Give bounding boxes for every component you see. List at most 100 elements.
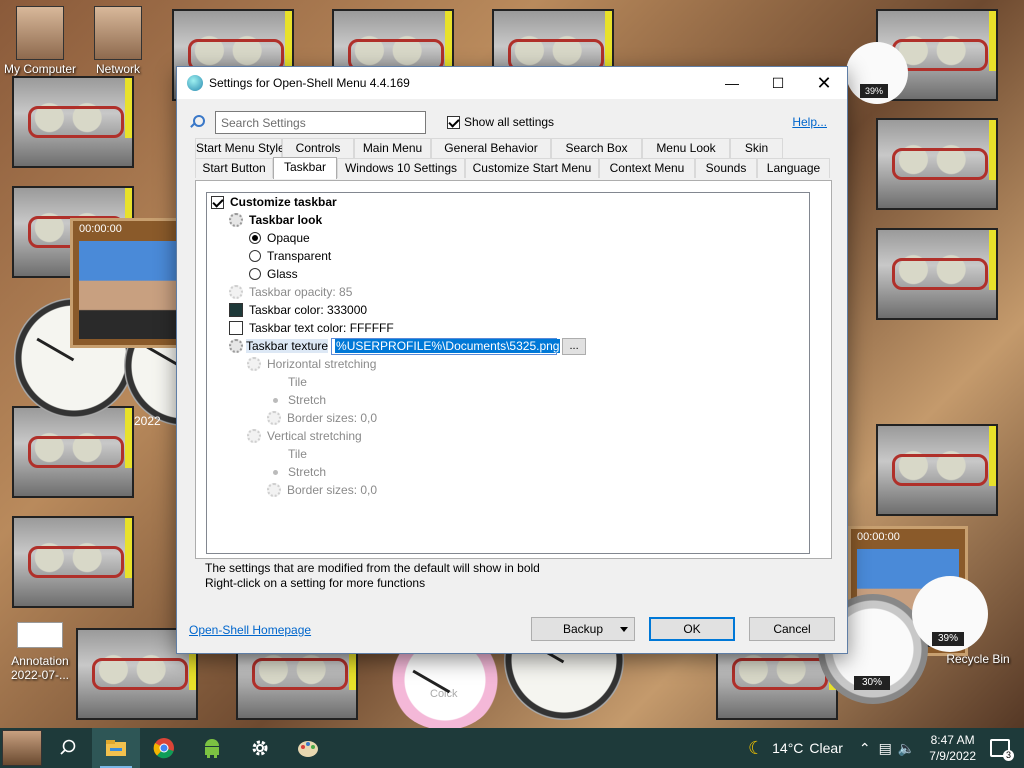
gear-icon xyxy=(247,357,261,371)
tab-context-menu[interactable]: Context Menu xyxy=(599,158,695,178)
close-button[interactable]: ✕ xyxy=(801,67,847,99)
maximize-button[interactable]: ☐ xyxy=(755,67,801,99)
setting-glass[interactable]: Glass xyxy=(249,265,298,283)
wallpaper-tile xyxy=(12,406,134,498)
checkbox-box[interactable] xyxy=(211,195,224,209)
taskbar-android[interactable] xyxy=(188,728,236,768)
tab-row-2: Start Button Taskbar Windows 10 Settings… xyxy=(195,157,832,179)
desktop-icon-recycle-bin[interactable]: Recycle Bin xyxy=(938,652,1018,666)
hint-right-click: Right-click on a setting for more functi… xyxy=(205,576,426,590)
radio-dot xyxy=(273,397,278,403)
show-all-settings-label: Show all settings xyxy=(464,115,555,129)
tab-search-box[interactable]: Search Box xyxy=(551,138,642,158)
color-swatch xyxy=(229,303,243,317)
setting-label: Stretch xyxy=(288,465,327,479)
network-icon[interactable]: ▤ xyxy=(879,740,892,757)
setting-vertical-stretching[interactable]: Vertical stretching xyxy=(247,427,362,445)
search-icon xyxy=(189,115,205,129)
browse-button[interactable]: ... xyxy=(562,337,587,355)
setting-label: Taskbar opacity: 85 xyxy=(249,285,353,299)
tab-general-behavior[interactable]: General Behavior xyxy=(431,138,551,158)
cancel-button[interactable]: Cancel xyxy=(749,617,835,641)
setting-h-stretch[interactable]: Stretch xyxy=(269,391,326,409)
setting-label: Taskbar texture xyxy=(246,339,329,353)
setting-h-border-sizes[interactable]: Border sizes: 0,0 xyxy=(267,409,377,427)
setting-taskbar-text-color[interactable]: Taskbar text color: FFFFFF xyxy=(229,319,394,337)
clock-label: Colck xyxy=(430,688,458,700)
backup-button-label: Backup xyxy=(562,622,604,636)
search-settings-input[interactable] xyxy=(215,111,426,134)
setting-v-stretch[interactable]: Stretch xyxy=(269,463,326,481)
start-button[interactable] xyxy=(2,730,42,766)
tab-main-menu[interactable]: Main Menu xyxy=(354,138,431,158)
desktop-icon-network[interactable]: Network xyxy=(78,6,158,76)
search-row: Show all settings Help... xyxy=(187,111,837,135)
backup-button[interactable]: Backup xyxy=(531,617,635,641)
tab-taskbar[interactable]: Taskbar xyxy=(273,157,337,179)
weather-description[interactable]: Clear xyxy=(809,740,842,756)
taskbar-search-button[interactable] xyxy=(44,728,92,768)
wallpaper-tile xyxy=(12,516,134,608)
ok-button[interactable]: OK xyxy=(649,617,735,641)
tab-sounds[interactable]: Sounds xyxy=(695,158,757,178)
title-bar[interactable]: Settings for Open-Shell Menu 4.4.169 — ☐… xyxy=(177,67,847,99)
tab-start-button[interactable]: Start Button xyxy=(195,158,273,178)
checkbox-box[interactable] xyxy=(447,115,460,129)
wallpaper-tile xyxy=(876,424,998,516)
settings-dialog: Settings for Open-Shell Menu 4.4.169 — ☐… xyxy=(176,66,848,654)
wallpaper-tile xyxy=(876,228,998,320)
taskbar-file-explorer[interactable] xyxy=(92,728,140,768)
setting-customize-taskbar[interactable]: Customize taskbar xyxy=(211,193,337,211)
setting-horizontal-stretching[interactable]: Horizontal stretching xyxy=(247,355,376,373)
minimize-button[interactable]: — xyxy=(709,67,755,99)
taskbar-paint[interactable] xyxy=(284,728,332,768)
setting-transparent[interactable]: Transparent xyxy=(249,247,331,265)
tab-controls[interactable]: Controls xyxy=(282,138,354,158)
clock-time: 8:47 AM xyxy=(930,733,975,747)
taskbar-settings[interactable] xyxy=(236,728,284,768)
tab-panel: Customize taskbar Taskbar look Opaque Tr… xyxy=(195,180,832,559)
setting-label: Taskbar look xyxy=(249,213,323,227)
chevron-up-icon[interactable]: ⌃ xyxy=(859,740,871,757)
taskbar-chrome[interactable] xyxy=(140,728,188,768)
setting-taskbar-opacity[interactable]: Taskbar opacity: 85 xyxy=(229,283,352,301)
gear-icon xyxy=(267,483,281,497)
tab-language[interactable]: Language xyxy=(757,158,830,178)
setting-taskbar-texture[interactable]: Taskbar texture %USERPROFILE%\Documents\… xyxy=(229,337,587,355)
tab-start-menu-style[interactable]: Start Menu Style xyxy=(195,138,285,158)
tab-skin[interactable]: Skin xyxy=(730,138,783,158)
radio-button[interactable] xyxy=(249,250,261,262)
memory-gauge-widget: 39% xyxy=(912,576,988,652)
setting-opaque[interactable]: Opaque xyxy=(249,229,310,247)
notification-center-icon[interactable]: 3 xyxy=(990,739,1014,761)
taskbar-clock[interactable]: 8:47 AM 7/9/2022 xyxy=(929,732,976,764)
setting-v-tile[interactable]: Tile xyxy=(269,445,307,463)
file-explorer-icon xyxy=(106,740,126,756)
setting-h-tile[interactable]: Tile xyxy=(269,373,307,391)
show-all-settings-checkbox[interactable]: Show all settings xyxy=(447,115,554,129)
setting-taskbar-color[interactable]: Taskbar color: 333000 xyxy=(229,301,367,319)
open-shell-homepage-link[interactable]: Open-Shell Homepage xyxy=(189,623,311,637)
setting-label: Stretch xyxy=(288,393,327,407)
desktop-icon-my-computer[interactable]: My Computer xyxy=(0,6,80,76)
desktop-icon-annotation[interactable]: Annotation 2022-07-... xyxy=(0,622,80,682)
tab-customize-start-menu[interactable]: Customize Start Menu xyxy=(465,158,599,178)
radio-button[interactable] xyxy=(249,268,261,280)
setting-v-border-sizes[interactable]: Border sizes: 0,0 xyxy=(267,481,377,499)
setting-taskbar-look[interactable]: Taskbar look xyxy=(229,211,322,229)
image-file-icon xyxy=(17,622,63,648)
setting-label: Tile xyxy=(288,375,307,389)
open-shell-shell-icon xyxy=(187,75,203,91)
hint-bold-settings: The settings that are modified from the … xyxy=(205,561,540,575)
weather-temperature[interactable]: 14°C xyxy=(772,740,803,756)
texture-path-input[interactable]: %USERPROFILE%\Documents\5325.png xyxy=(331,337,561,355)
radio-button[interactable] xyxy=(249,232,261,244)
cpu-gauge-widget: 39% xyxy=(846,42,908,104)
tab-windows-10-settings[interactable]: Windows 10 Settings xyxy=(337,158,465,178)
tab-menu-look[interactable]: Menu Look xyxy=(642,138,730,158)
search-icon xyxy=(60,739,76,755)
help-link[interactable]: Help... xyxy=(792,115,827,129)
volume-icon[interactable]: 🔈 xyxy=(898,740,915,757)
window-title: Settings for Open-Shell Menu 4.4.169 xyxy=(209,76,410,90)
tab-strip: Start Menu Style Controls Main Menu Gene… xyxy=(195,138,832,179)
